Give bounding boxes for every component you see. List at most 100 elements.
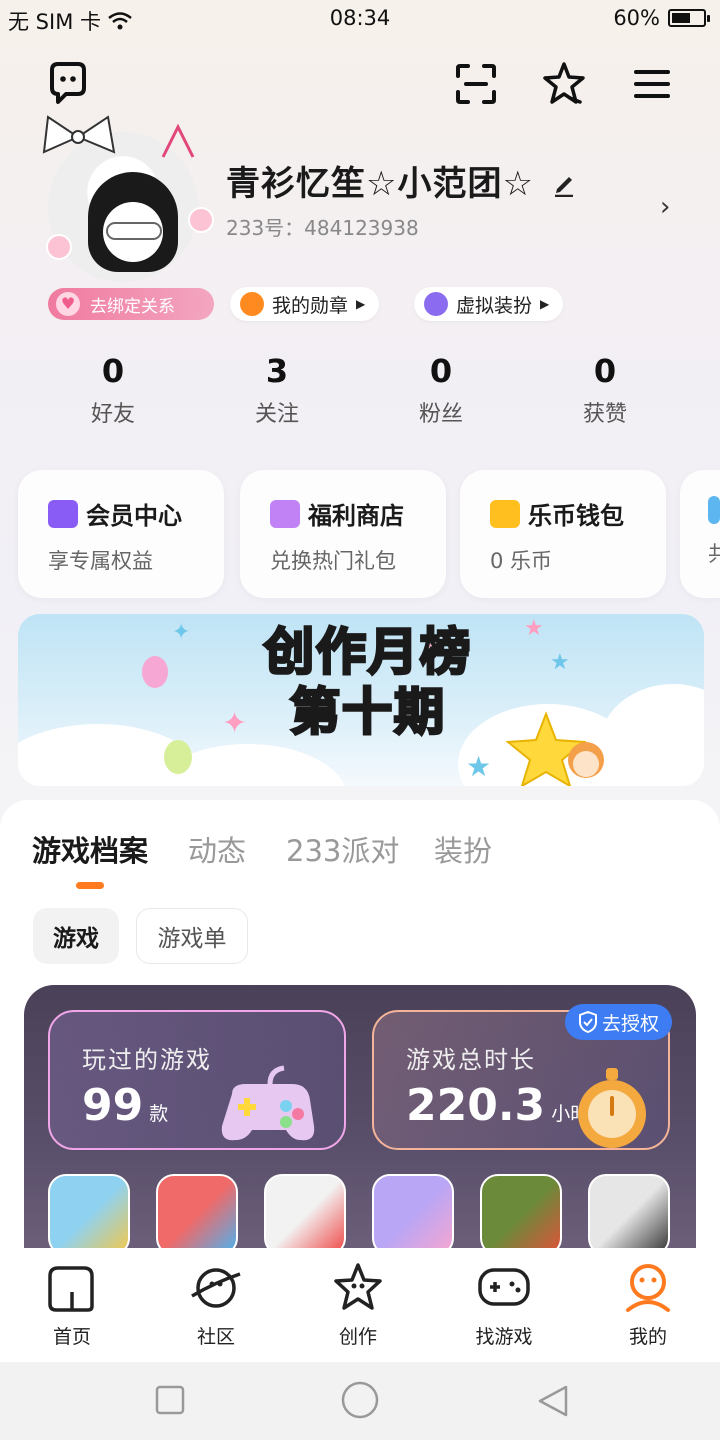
creation-ranking-banner[interactable]: ✦ ✦ ★ ★ ★ 创作月榜 第十期 (18, 614, 704, 786)
shield-check-icon (578, 1011, 597, 1033)
nickname-text: 青衫忆笙☆小范团☆ (226, 164, 534, 204)
played-games-value: 99 (82, 1080, 144, 1131)
balloon-decoration (164, 740, 192, 774)
banner-title: 创作月榜 第十期 (218, 622, 518, 743)
played-games-label: 玩过的游戏 (82, 1046, 212, 1074)
play-time-label: 游戏总时长 (406, 1046, 536, 1074)
nav-community[interactable]: 社区 (166, 1262, 266, 1349)
balloon-decoration (142, 656, 168, 688)
game-icon[interactable] (156, 1174, 238, 1256)
welfare-shop-card[interactable]: 福利商店 兑换热门礼包 (240, 470, 446, 598)
create-star-icon (334, 1263, 382, 1310)
heart-icon: ♥ (56, 292, 80, 316)
game-icon[interactable] (48, 1174, 130, 1256)
nav-label: 我的 (628, 1326, 667, 1348)
stat-label: 获赞 (582, 402, 627, 427)
clock: 08:34 (329, 6, 391, 30)
recent-apps-button[interactable] (154, 1384, 186, 1420)
home-system-button[interactable] (340, 1380, 380, 1424)
card-title: 福利商店 (308, 502, 404, 530)
status-bar: 无 SIM 卡 08:34 60% (0, 0, 720, 40)
bind-relation-label: 去绑定关系 (90, 296, 175, 317)
vip-center-card[interactable]: 会员中心 享专属权益 (18, 470, 224, 598)
authorize-button[interactable]: 去授权 (565, 1004, 672, 1040)
card-icon (708, 496, 720, 524)
played-games-box[interactable]: 玩过的游戏 99 款 (48, 1010, 346, 1150)
dressup-icon (424, 292, 448, 316)
stat-label: 粉丝 (418, 402, 463, 427)
menu-icon[interactable] (628, 60, 676, 108)
stat-following[interactable]: 3 关注 (217, 352, 337, 428)
card-title: 乐币钱包 (528, 502, 624, 530)
profile-face-icon (626, 1264, 670, 1312)
banner-line2: 第十期 (289, 682, 446, 743)
paw-decoration (46, 234, 72, 260)
play-arrow-icon: ▶ (540, 297, 550, 311)
gamepad-illustration (221, 1065, 315, 1141)
nav-find-games[interactable]: 找游戏 (454, 1262, 554, 1349)
avatar-dressup-chip[interactable]: 虚拟装扮 ▶ (414, 287, 564, 321)
planet-icon (191, 1268, 241, 1308)
medals-label: 我的勋章 (272, 294, 349, 317)
star-badge-icon[interactable] (540, 60, 588, 108)
subtab-game-lists[interactable]: 游戏单 (136, 908, 248, 964)
back-system-button[interactable] (536, 1384, 570, 1422)
nickname: 青衫忆笙☆小范团☆ (226, 156, 577, 205)
user-id: 233号：484123938 (226, 216, 419, 240)
chevron-right-icon[interactable]: › (660, 192, 670, 222)
stat-fans[interactable]: 0 粉丝 (381, 352, 501, 428)
medal-icon (240, 292, 264, 316)
play-arrow-icon: ▶ (356, 297, 366, 311)
tab-dynamics[interactable]: 动态 (188, 828, 246, 870)
game-icon[interactable] (588, 1174, 670, 1256)
played-games-unit: 款 (149, 1103, 169, 1125)
nav-label: 社区 (196, 1326, 235, 1348)
game-icon[interactable] (372, 1174, 454, 1256)
triangle-back-icon (538, 1385, 568, 1417)
battery-percent: 60% (613, 6, 660, 30)
tab-233-party[interactable]: 233派对 (286, 828, 399, 870)
nav-label: 找游戏 (475, 1326, 533, 1348)
bind-relation-button[interactable]: ♥ 去绑定关系 (48, 288, 214, 320)
banner-line1: 创作月榜 (263, 622, 472, 683)
cat-ear-decoration (161, 123, 195, 158)
stat-value: 0 (101, 352, 125, 390)
wallet-icon (490, 499, 520, 528)
card-subtitle: 共 (708, 542, 720, 566)
stat-friends[interactable]: 0 好友 (53, 352, 173, 428)
stat-value: 0 (593, 352, 617, 390)
nav-mine[interactable]: 我的 (598, 1262, 698, 1349)
card-subtitle: 兑换热门礼包 (270, 549, 396, 573)
subtab-games[interactable]: 游戏 (33, 908, 119, 964)
battery-icon (668, 9, 710, 27)
game-icon[interactable] (264, 1174, 346, 1256)
home-icon (48, 1266, 94, 1312)
medals-chip[interactable]: 我的勋章 ▶ (230, 287, 380, 321)
stat-value: 3 (265, 352, 289, 390)
message-bubble-icon[interactable] (44, 60, 92, 108)
bow-decoration (42, 115, 116, 154)
game-icon[interactable] (480, 1174, 562, 1256)
nav-label: 首页 (52, 1326, 91, 1348)
dressup-label: 虚拟装扮 (456, 294, 533, 317)
stat-likes[interactable]: 0 获赞 (545, 352, 665, 428)
tab-indicator (76, 882, 104, 889)
card-subtitle: 享专属权益 (48, 549, 153, 573)
stat-label: 好友 (90, 402, 135, 427)
stat-label: 关注 (254, 402, 299, 427)
nav-create[interactable]: 创作 (308, 1262, 408, 1349)
edit-pencil-icon[interactable] (551, 171, 577, 198)
partial-card[interactable]: 共 (680, 470, 720, 598)
avatar[interactable] (38, 112, 218, 312)
tab-dressup[interactable]: 装扮 (434, 828, 492, 870)
gamepad-icon (478, 1268, 530, 1306)
play-time-value: 220.3 (406, 1080, 546, 1131)
crown-icon (48, 499, 78, 528)
tab-game-archive[interactable]: 游戏档案 (32, 828, 148, 870)
wallet-card[interactable]: 乐币钱包 0 乐币 (460, 470, 666, 598)
scan-icon[interactable] (452, 60, 500, 108)
card-title: 会员中心 (86, 502, 182, 530)
nav-home[interactable]: 首页 (22, 1262, 122, 1349)
star-mascot-decoration (506, 711, 604, 786)
stat-value: 0 (429, 352, 453, 390)
